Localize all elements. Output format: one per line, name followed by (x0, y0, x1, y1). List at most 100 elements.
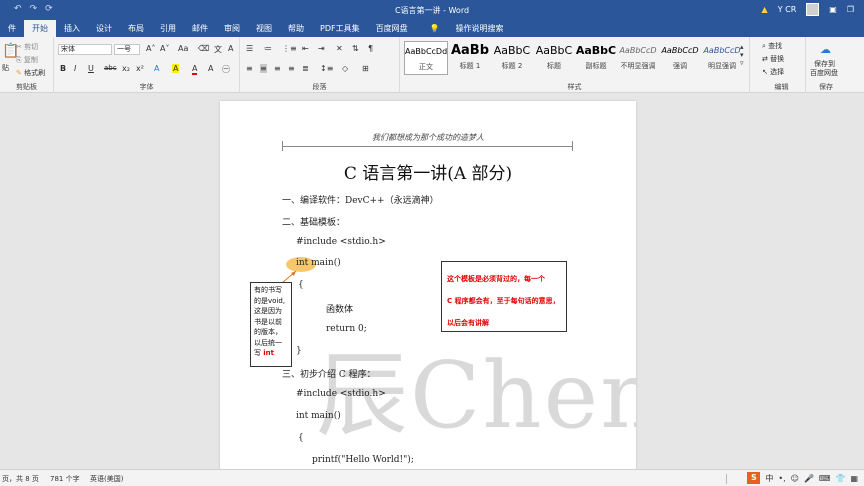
enclose-char-button[interactable]: ㊀ (222, 64, 230, 75)
shading-icon[interactable]: ◇ (342, 64, 348, 73)
select-button[interactable]: ↖ 选择 (762, 67, 784, 77)
code-line[interactable]: 函数体 (326, 302, 353, 315)
strikethrough-button[interactable]: abc (104, 64, 117, 72)
bold-button[interactable]: B (60, 64, 66, 73)
emoji-icon[interactable]: ☺ (791, 474, 799, 483)
tell-me-search[interactable]: 操作说明搜索 (448, 20, 512, 37)
avatar[interactable] (806, 3, 820, 16)
punctuation-icon[interactable]: •, (778, 474, 785, 483)
align-center-icon[interactable]: ≡ (260, 64, 267, 73)
tab-mailings[interactable]: 邮件 (184, 20, 216, 37)
align-left-icon[interactable]: ≡ (246, 64, 253, 73)
style-title[interactable]: AaBbC 标题 (532, 41, 576, 75)
tab-view[interactable]: 视图 (248, 20, 280, 37)
font-size-select[interactable]: 一号 (114, 44, 140, 55)
style-emphasis[interactable]: AaBbCcD 强调 (658, 41, 702, 75)
code-line[interactable]: #include <stdio.h> (296, 389, 386, 399)
callout-box[interactable]: 有的书写的是void,这是因为书是以前的版本，以后统一写 int (250, 282, 292, 367)
replace-button[interactable]: ⇄ 替换 (762, 54, 784, 64)
body-line[interactable]: 一、编译软件：DevC++（永远滴神） (282, 193, 439, 206)
font-color-button[interactable]: A (192, 64, 198, 75)
style-subtitle[interactable]: AaBbC 副标题 (574, 41, 618, 75)
code-line[interactable]: #include <stdio.h> (296, 237, 386, 247)
code-line[interactable]: int main() (296, 411, 341, 421)
underline-button[interactable]: U (88, 64, 94, 73)
increase-indent-icon[interactable]: ⇥ (318, 44, 325, 53)
multilevel-list-icon[interactable]: ⋮≡ (282, 44, 297, 53)
highlight-button[interactable]: A (172, 64, 180, 73)
keyboard-icon[interactable]: ⌨ (819, 474, 831, 483)
superscript-button[interactable]: x² (136, 64, 144, 73)
tab-file[interactable]: 件 (0, 20, 24, 37)
cut-button[interactable]: ✂ 剪切 (16, 42, 38, 52)
char-border-icon[interactable]: A (228, 44, 233, 53)
sogou-ime-icon[interactable]: S (747, 472, 761, 484)
tab-home[interactable]: 开始 (24, 20, 56, 37)
styles-scroll-icon[interactable]: ▴ ▾ ▿ (740, 43, 744, 67)
format-painter-button[interactable]: ✎ 格式刷 (16, 68, 45, 78)
find-button[interactable]: ⌕ 查找 (762, 41, 782, 51)
grow-font-icon[interactable]: A˄ (146, 44, 155, 53)
clear-format-icon[interactable]: ⌫ (198, 44, 209, 53)
style-subtle-emphasis[interactable]: AaBbCcD 不明显强调 (616, 41, 660, 75)
ime-mode[interactable]: 中 (765, 473, 773, 484)
chinese-layout-icon[interactable]: ✕ (336, 44, 343, 53)
italic-button[interactable]: I (74, 64, 76, 73)
phonetic-icon[interactable]: 文 (214, 44, 222, 55)
justify-icon[interactable]: ≡ (288, 64, 295, 73)
code-line[interactable]: int main() (296, 258, 341, 268)
tab-references[interactable]: 引用 (152, 20, 184, 37)
text-effects-button[interactable]: A (154, 64, 159, 73)
page-count[interactable]: 页，共 8 页 (2, 474, 39, 484)
cloud-icon[interactable]: ☁ (820, 43, 831, 56)
distribute-icon[interactable]: ≣ (302, 64, 309, 73)
style-intense-emphasis[interactable]: AaBbCcD 明显强调 (700, 41, 744, 75)
style-normal[interactable]: AaBbCcDd 正文 (404, 41, 448, 75)
warning-icon[interactable]: ▲ (762, 5, 768, 14)
tab-pdf-tools[interactable]: PDF工具集 (312, 20, 368, 37)
tab-layout[interactable]: 布局 (120, 20, 152, 37)
body-line[interactable]: 二、基础模板： (282, 215, 345, 228)
shirt-icon[interactable]: 👕 (835, 474, 845, 483)
code-line[interactable]: printf("Hello World!"); (312, 455, 414, 465)
find-label: 查找 (768, 42, 783, 50)
restore-icon[interactable]: ❐ (847, 5, 854, 14)
borders-icon[interactable]: ⊞ (362, 64, 369, 73)
tab-help[interactable]: 帮助 (280, 20, 312, 37)
language[interactable]: 英语(美国) (90, 474, 123, 484)
shrink-font-icon[interactable]: A˅ (160, 44, 169, 53)
ribbon-display-icon[interactable]: ▣ (829, 5, 837, 14)
document-title[interactable]: C 语言第一讲(A 部分) (220, 159, 636, 184)
baidu-netdisk-button[interactable]: 百度网盘 (810, 68, 838, 78)
sort-icon[interactable]: ⇅ (352, 44, 359, 53)
microphone-icon[interactable]: 🎤 (804, 474, 814, 483)
style-heading-1[interactable]: AaBb 标题 1 (448, 41, 492, 75)
user-name[interactable]: Y CR (778, 5, 797, 14)
tab-review[interactable]: 审阅 (216, 20, 248, 37)
style-heading-2[interactable]: AaBbC 标题 2 (490, 41, 534, 75)
char-shading-button[interactable]: A (208, 64, 213, 73)
show-marks-icon[interactable]: ¶ (368, 44, 373, 53)
word-count[interactable]: 781 个字 (50, 474, 80, 484)
code-line[interactable]: } (296, 346, 302, 356)
grid-icon[interactable]: ▦ (850, 474, 858, 483)
body-line[interactable]: 三、初步介绍 C 程序： (282, 367, 376, 380)
change-case-icon[interactable]: Aa (178, 44, 188, 53)
copy-button[interactable]: ⎘ 复制 (16, 55, 38, 65)
note-box[interactable]: 这个模板是必须背过的，每一个 C 程序都会有，至于每句话的意思， 以后会有讲解 (441, 261, 567, 332)
code-line[interactable]: { (298, 433, 304, 443)
align-right-icon[interactable]: ≡ (274, 64, 281, 73)
font-name-select[interactable]: 宋体 (58, 44, 112, 55)
tab-insert[interactable]: 插入 (56, 20, 88, 37)
numbering-icon[interactable]: ≔ (264, 44, 272, 53)
bullets-icon[interactable]: ☰ (246, 44, 253, 53)
decrease-indent-icon[interactable]: ⇤ (302, 44, 309, 53)
tab-design[interactable]: 设计 (88, 20, 120, 37)
tab-baidu-netdisk[interactable]: 百度网盘 (368, 20, 416, 37)
document-page[interactable]: 辰Chen 我们都想成为那个成功的造梦人 C 语言第一讲(A 部分) 一、编译软… (220, 101, 636, 469)
code-line[interactable]: return 0; (326, 324, 367, 334)
code-line[interactable]: { (298, 280, 304, 290)
subscript-button[interactable]: x₂ (122, 64, 130, 73)
paste-button[interactable]: 贴 (2, 63, 9, 73)
line-spacing-icon[interactable]: ↕≡ (320, 64, 333, 73)
